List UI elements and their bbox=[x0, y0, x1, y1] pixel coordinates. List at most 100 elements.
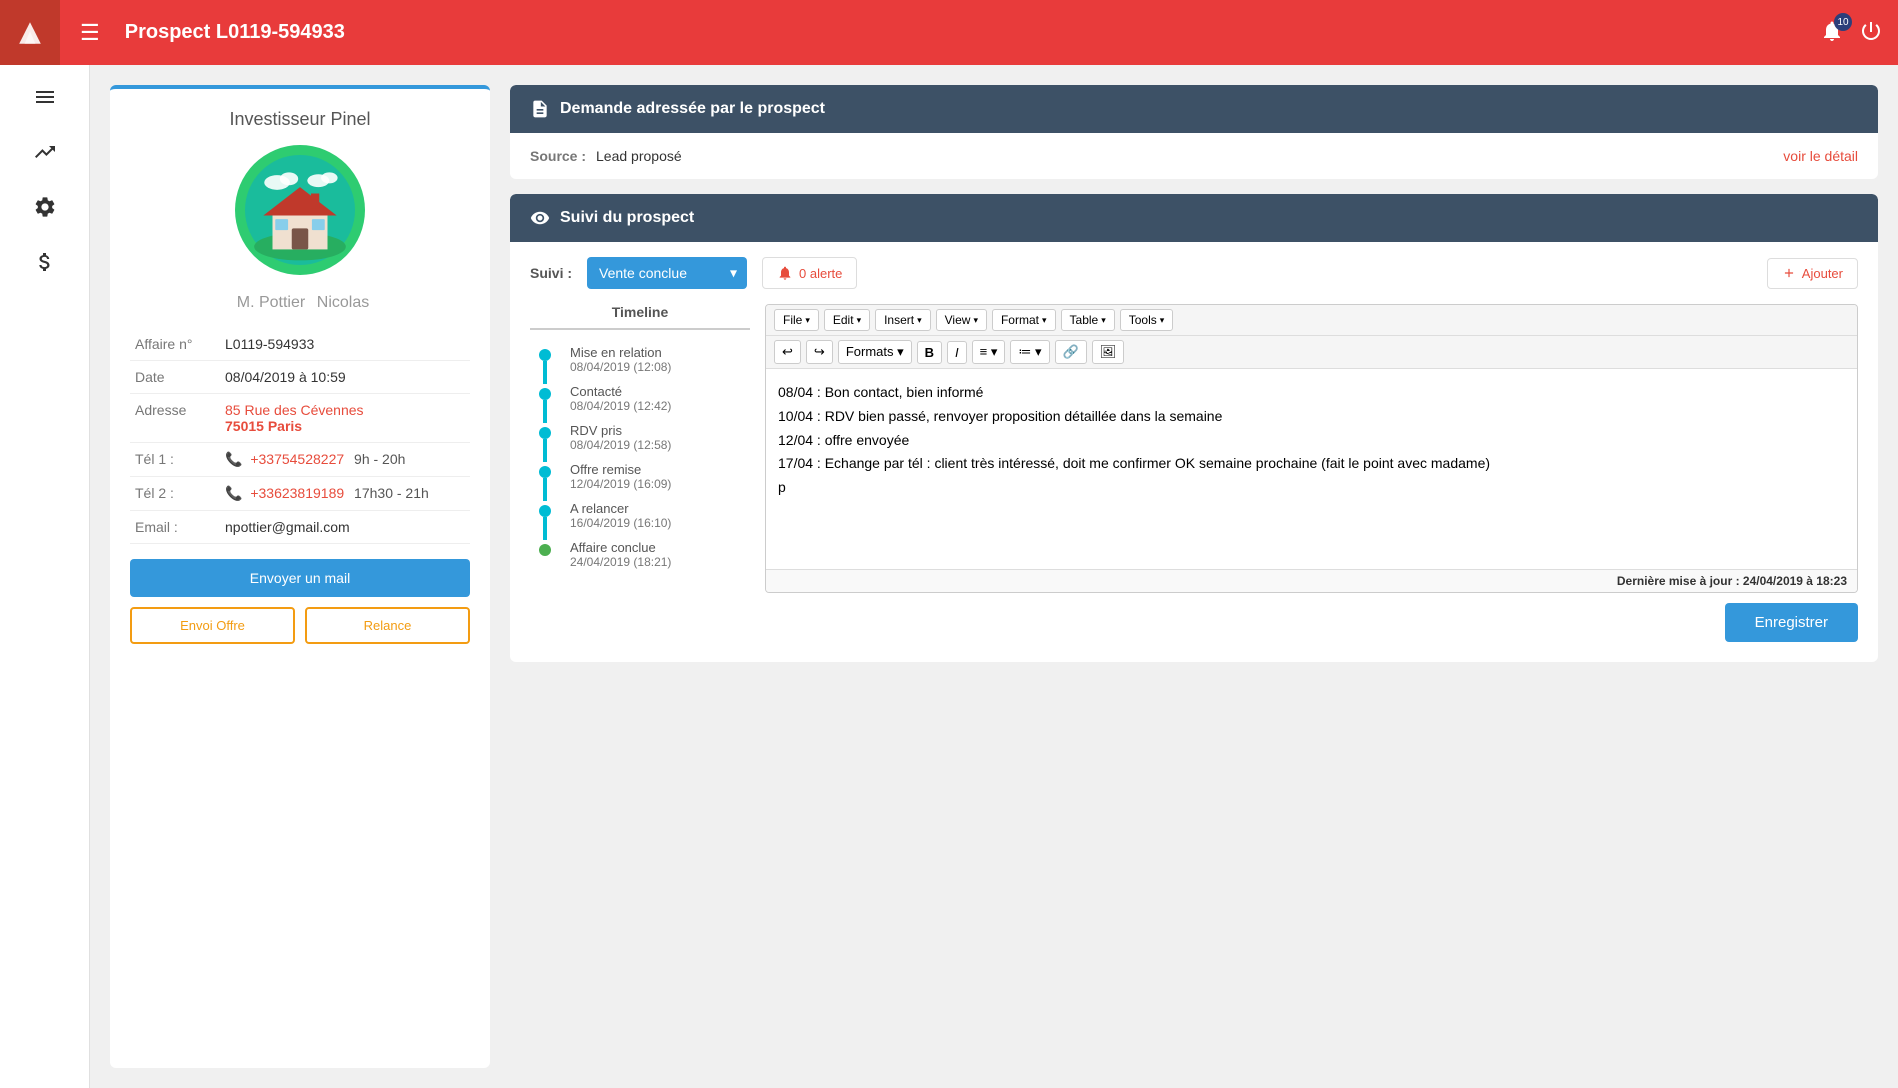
insert-menu[interactable]: Insert ▾ bbox=[875, 309, 931, 331]
tel2-row: Tél 2 : 📞 +33623819189 17h30 - 21h bbox=[130, 477, 470, 511]
suivi-header: Suivi du prospect bbox=[510, 194, 1878, 242]
card-title: Investisseur Pinel bbox=[229, 109, 370, 130]
tel1-label: Tél 1 : bbox=[130, 443, 220, 477]
bold-button[interactable]: B bbox=[917, 341, 942, 364]
suivi-section: Suivi du prospect Suivi : En cours Vente… bbox=[510, 194, 1878, 662]
suivi-body: Suivi : En cours Vente conclue Perdu A r… bbox=[510, 242, 1878, 662]
sidebar-chart-icon[interactable] bbox=[33, 140, 57, 170]
eye-icon bbox=[530, 208, 550, 228]
editor-line: 17/04 : Echange par tél : client très in… bbox=[778, 452, 1845, 476]
tools-menu[interactable]: Tools ▾ bbox=[1120, 309, 1174, 331]
page-title: Prospect L0119-594933 bbox=[125, 21, 1805, 44]
ajouter-button[interactable]: Ajouter bbox=[1767, 258, 1858, 289]
timeline-items: Mise en relation08/04/2019 (12:08)Contac… bbox=[530, 345, 750, 579]
image-button[interactable]: 🖼 bbox=[1092, 340, 1125, 364]
editor-content[interactable]: 08/04 : Bon contact, bien informé10/04 :… bbox=[766, 369, 1857, 569]
link-button[interactable]: 🔗 bbox=[1055, 340, 1087, 364]
timeline-editor: Timeline Mise en relation08/04/2019 (12:… bbox=[530, 304, 1858, 593]
italic-button[interactable]: I bbox=[947, 341, 967, 364]
voir-detail-link[interactable]: voir le détail bbox=[1783, 148, 1858, 164]
edit-menu[interactable]: Edit ▾ bbox=[824, 309, 870, 331]
suivi-header-title: Suivi du prospect bbox=[560, 209, 694, 227]
send-mail-button[interactable]: Envoyer un mail bbox=[130, 559, 470, 597]
logo bbox=[0, 0, 60, 65]
avatar bbox=[235, 145, 365, 275]
adresse-label: Adresse bbox=[130, 394, 220, 443]
email-label: Email : bbox=[130, 511, 220, 544]
email-value: npottier@gmail.com bbox=[220, 511, 470, 544]
prospect-card: Investisseur Pinel bbox=[110, 85, 490, 1068]
demande-header-title: Demande adressée par le prospect bbox=[560, 100, 825, 118]
bell-icon bbox=[777, 265, 793, 281]
tel1-value: 📞 +33754528227 9h - 20h bbox=[220, 443, 470, 477]
affaire-value: L0119-594933 bbox=[220, 328, 470, 361]
demande-header: Demande adressée par le prospect bbox=[510, 85, 1878, 133]
demande-section: Demande adressée par le prospect Source … bbox=[510, 85, 1878, 179]
document-icon bbox=[530, 99, 550, 119]
adresse-value: 85 Rue des Cévennes 75015 Paris bbox=[220, 394, 470, 443]
info-table: Affaire n° L0119-594933 Date 08/04/2019 … bbox=[130, 328, 470, 544]
menu-icon[interactable]: ☰ bbox=[80, 20, 100, 46]
timeline-item: Affaire conclue24/04/2019 (18:21) bbox=[530, 540, 750, 579]
source-value: Lead proposé bbox=[596, 148, 1783, 164]
adresse-row: Adresse 85 Rue des Cévennes 75015 Paris bbox=[130, 394, 470, 443]
notification-bell[interactable]: 10 bbox=[1820, 19, 1844, 46]
redo-button[interactable]: ↪ bbox=[806, 340, 833, 364]
notif-count: 10 bbox=[1834, 13, 1852, 31]
suivi-dropdown[interactable]: En cours Vente conclue Perdu A relancer bbox=[587, 257, 747, 289]
last-update-label: Dernière mise à jour : bbox=[1617, 574, 1743, 588]
suivi-select-wrapper: En cours Vente conclue Perdu A relancer bbox=[587, 257, 747, 289]
tel1-row: Tél 1 : 📞 +33754528227 9h - 20h bbox=[130, 443, 470, 477]
topbar: ☰ Prospect L0119-594933 10 bbox=[0, 0, 1898, 65]
last-update-value: 24/04/2019 à 18:23 bbox=[1743, 574, 1847, 588]
timeline-title: Timeline bbox=[530, 304, 750, 330]
table-menu[interactable]: Table ▾ bbox=[1061, 309, 1115, 331]
plus-icon bbox=[1782, 266, 1796, 280]
sidebar-list-icon[interactable] bbox=[33, 85, 57, 115]
action-buttons: Envoi Offre Relance bbox=[130, 607, 470, 644]
sidebar bbox=[0, 65, 90, 1088]
envoi-offre-button[interactable]: Envoi Offre bbox=[130, 607, 295, 644]
phone2-icon: 📞 bbox=[225, 485, 242, 501]
editor-menubar: File ▾Edit ▾Insert ▾View ▾Format ▾Table … bbox=[766, 305, 1857, 336]
suivi-label: Suivi : bbox=[530, 265, 572, 281]
affaire-label: Affaire n° bbox=[130, 328, 220, 361]
affaire-row: Affaire n° L0119-594933 bbox=[130, 328, 470, 361]
person-name: M. Pottier Nicolas bbox=[231, 290, 370, 313]
view-menu[interactable]: View ▾ bbox=[936, 309, 987, 331]
source-label: Source : bbox=[530, 148, 586, 164]
alerte-label: 0 alerte bbox=[799, 266, 842, 281]
right-panel: Demande adressée par le prospect Source … bbox=[510, 85, 1878, 1068]
editor-line: 10/04 : RDV bien passé, renvoyer proposi… bbox=[778, 405, 1845, 429]
phone-icon: 📞 bbox=[225, 451, 242, 467]
file-menu[interactable]: File ▾ bbox=[774, 309, 819, 331]
date-value: 08/04/2019 à 10:59 bbox=[220, 361, 470, 394]
unordered-list-button[interactable]: ≡ ▾ bbox=[972, 340, 1006, 364]
editor-line: 08/04 : Bon contact, bien informé bbox=[778, 381, 1845, 405]
editor-toolbar: ↩ ↪ Formats ▾ B I ≡ ▾ ≔ ▾ 🔗 🖼 bbox=[766, 336, 1857, 369]
main-content: Investisseur Pinel bbox=[90, 65, 1898, 1088]
editor-line: 12/04 : offre envoyée bbox=[778, 429, 1845, 453]
demande-body: Source : Lead proposé voir le détail bbox=[510, 133, 1878, 179]
power-icon[interactable] bbox=[1859, 19, 1883, 46]
ajouter-label: Ajouter bbox=[1802, 266, 1843, 281]
timeline-item: RDV pris08/04/2019 (12:58) bbox=[530, 423, 750, 462]
formats-button[interactable]: Formats ▾ bbox=[838, 340, 912, 364]
bottom-row: Enregistrer bbox=[530, 593, 1858, 647]
sidebar-settings-icon[interactable] bbox=[33, 195, 57, 225]
date-label: Date bbox=[130, 361, 220, 394]
ordered-list-button[interactable]: ≔ ▾ bbox=[1010, 340, 1049, 364]
editor-line: p bbox=[778, 476, 1845, 500]
address-link[interactable]: 85 Rue des Cévennes 75015 Paris bbox=[225, 402, 364, 434]
undo-button[interactable]: ↩ bbox=[774, 340, 801, 364]
text-editor: File ▾Edit ▾Insert ▾View ▾Format ▾Table … bbox=[765, 304, 1858, 593]
relance-button[interactable]: Relance bbox=[305, 607, 470, 644]
topbar-actions: 10 bbox=[1820, 19, 1883, 46]
alerte-button[interactable]: 0 alerte bbox=[762, 257, 857, 289]
format-menu[interactable]: Format ▾ bbox=[992, 309, 1056, 331]
timeline-item: Offre remise12/04/2019 (16:09) bbox=[530, 462, 750, 501]
enregistrer-button[interactable]: Enregistrer bbox=[1725, 603, 1858, 642]
email-row: Email : npottier@gmail.com bbox=[130, 511, 470, 544]
timeline-item: A relancer16/04/2019 (16:10) bbox=[530, 501, 750, 540]
sidebar-dollar-icon[interactable] bbox=[33, 250, 57, 280]
